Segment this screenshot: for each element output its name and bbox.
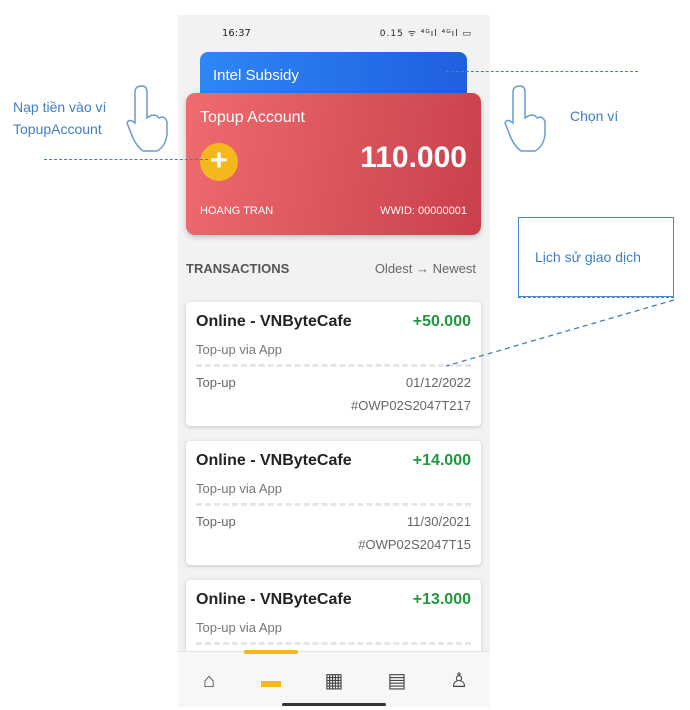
status-time: 16:37 — [222, 28, 251, 39]
annotation-topup-line — [44, 159, 208, 160]
wallet-balance: 110.000 — [360, 141, 467, 174]
transaction-type: Top-up — [196, 375, 236, 390]
wallet-icon[interactable]: ▬ — [256, 668, 286, 694]
annotation-history-box: Lịch sử giao dịch — [518, 217, 674, 297]
home-indicator — [282, 703, 386, 706]
annotation-topup-line2: TopupAccount — [13, 121, 102, 137]
annotation-topup: Nạp tiền vào ví TopupAccount — [13, 96, 106, 140]
dashed-divider — [196, 642, 471, 645]
annotation-topup-line1: Nạp tiền vào ví — [13, 99, 107, 115]
sort-to-label: Newest — [432, 261, 476, 276]
wallet-card-topup-account[interactable]: Topup Account + 110.000 HOANG TRAN WWID:… — [186, 93, 481, 235]
pointing-hand-icon — [504, 85, 546, 152]
transaction-date: 11/30/2021 — [406, 514, 471, 529]
home-icon[interactable]: ⌂ — [194, 668, 224, 694]
transaction-subtitle: Top-up via App — [196, 342, 283, 357]
transaction-code: #OWP02S2047T217 — [351, 398, 471, 413]
transaction-subtitle: Top-up via App — [196, 481, 283, 496]
status-bar: 16:37 0.15 ᯤ ⁴ᴳıl ⁴ᴳıl ▭ — [178, 15, 490, 49]
status-icons: 0.15 ᯤ ⁴ᴳıl ⁴ᴳıl ▭ — [379, 29, 472, 39]
annotation-history-pointer — [445, 299, 675, 367]
transaction-card[interactable]: Online - VNByteCafe +14.000 Top-up via A… — [186, 441, 481, 565]
transaction-amount: +14.000 — [412, 452, 471, 469]
transaction-amount: +13.000 — [412, 591, 471, 608]
transaction-subtitle: Top-up via App — [196, 620, 283, 635]
pointing-hand-icon — [126, 85, 168, 152]
plus-icon[interactable]: + — [200, 143, 238, 181]
bottom-nav: ⌂ ▬ ▦ ▤ ♙ — [178, 650, 490, 707]
annotation-choose-wallet: Chọn ví — [570, 108, 619, 124]
card-holder-name: HOANG TRAN — [200, 205, 274, 217]
transaction-title: Online - VNByteCafe — [196, 313, 352, 330]
card-wwid: WWID: 00000001 — [380, 205, 467, 217]
sort-from-label: Oldest — [374, 261, 413, 276]
nav-active-indicator — [244, 650, 298, 654]
annotation-choose-wallet-line — [446, 71, 638, 72]
user-icon[interactable]: ♙ — [444, 668, 474, 694]
annotation-history: Lịch sử giao dịch — [535, 249, 641, 265]
dashed-divider — [196, 364, 471, 367]
transaction-type: Top-up — [196, 514, 236, 529]
transaction-card[interactable]: Online - VNByteCafe +50.000 Top-up via A… — [186, 302, 481, 426]
transaction-title: Online - VNByteCafe — [196, 452, 352, 469]
dashed-divider — [196, 503, 471, 506]
wallet-card-name: Intel Subsidy — [213, 67, 299, 84]
transactions-title: TRANSACTIONS — [186, 261, 290, 276]
arrow-right-icon: → — [416, 261, 430, 276]
receipt-icon[interactable]: ▤ — [382, 668, 412, 694]
sort-toggle[interactable]: Oldest → Newest — [375, 261, 476, 276]
qr-code-icon[interactable]: ▦ — [319, 668, 349, 694]
transaction-date: 01/12/2022 — [405, 375, 471, 390]
wallet-card-name: Topup Account — [200, 109, 305, 126]
transaction-title: Online - VNByteCafe — [196, 591, 352, 608]
transaction-code: #OWP02S2047T15 — [358, 537, 471, 552]
